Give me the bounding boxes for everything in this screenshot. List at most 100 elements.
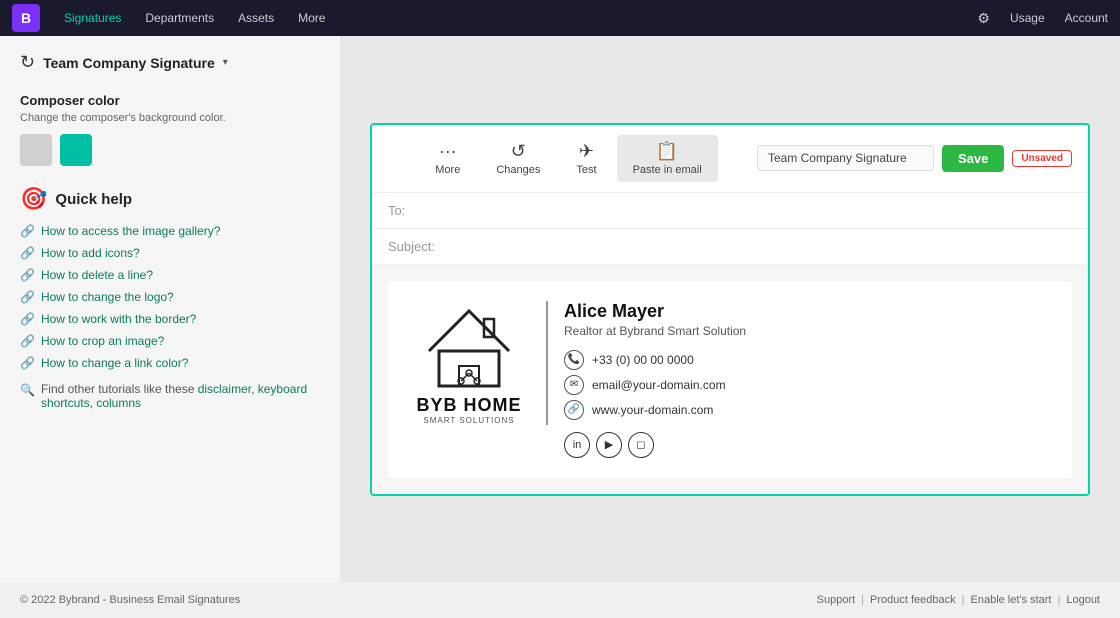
color-swatch-gray[interactable] xyxy=(20,134,52,166)
help-link-text: How to crop an image? xyxy=(41,334,164,348)
toolbar-actions: ··· More ↺ Changes ✈ Test 📋 Paste in ema… xyxy=(388,135,749,182)
company-name: BYB HOME xyxy=(416,395,521,416)
settings-icon[interactable]: ⚙ xyxy=(977,10,990,27)
changes-label: Changes xyxy=(496,164,540,176)
search-icon: 🔍 xyxy=(20,383,35,397)
composer-color-label: Composer color xyxy=(20,93,320,108)
email-icon: ✉ xyxy=(564,375,584,395)
link-icon: 🔗 xyxy=(20,356,35,370)
sidebar: ↻ Team Company Signature ▾ Composer colo… xyxy=(0,36,340,582)
phone-number: +33 (0) 00 00 0000 xyxy=(592,353,694,367)
person-title: Realtor at Bybrand Smart Solution xyxy=(564,324,1052,338)
linkedin-icon[interactable]: in xyxy=(564,432,590,458)
main-layout: ↻ Team Company Signature ▾ Composer colo… xyxy=(0,36,1120,582)
help-link-text: How to add icons? xyxy=(41,246,140,260)
nav-account[interactable]: Account xyxy=(1065,11,1108,25)
phone-item: 📞 +33 (0) 00 00 0000 xyxy=(564,350,1052,370)
nav-usage[interactable]: Usage xyxy=(1010,11,1045,25)
enable-lets-start-link[interactable]: Enable let's start xyxy=(971,594,1052,606)
help-link-crop[interactable]: 🔗 How to crop an image? xyxy=(20,334,320,348)
changes-icon: ↺ xyxy=(511,141,526,162)
find-more-text: Find other tutorials like these disclaim… xyxy=(41,382,320,410)
signature-selector[interactable]: ↻ Team Company Signature ▾ xyxy=(20,52,320,73)
help-icon: 🎯 xyxy=(20,186,47,212)
person-name: Alice Mayer xyxy=(564,301,1052,322)
color-swatches xyxy=(20,134,320,166)
changes-button[interactable]: ↺ Changes xyxy=(480,135,556,182)
help-link-logo[interactable]: 🔗 How to change the logo? xyxy=(20,290,320,304)
unsaved-badge: Unsaved xyxy=(1012,150,1072,167)
composer-toolbar: ··· More ↺ Changes ✈ Test 📋 Paste in ema… xyxy=(372,125,1088,193)
footer-links: Support | Product feedback | Enable let'… xyxy=(817,594,1100,606)
link-icon: 🔗 xyxy=(20,224,35,238)
test-icon: ✈ xyxy=(579,141,594,162)
link-icon: 🔗 xyxy=(20,312,35,326)
link-icon: 🔗 xyxy=(20,334,35,348)
support-link[interactable]: Support xyxy=(817,594,856,606)
help-link-gallery[interactable]: 🔗 How to access the image gallery? xyxy=(20,224,320,238)
to-field[interactable]: To: xyxy=(372,193,1088,229)
contact-list: 📞 +33 (0) 00 00 0000 ✉ email@your-domain… xyxy=(564,350,1052,420)
help-link-color[interactable]: 🔗 How to change a link color? xyxy=(20,356,320,370)
help-link-text: How to access the image gallery? xyxy=(41,224,220,238)
youtube-icon[interactable]: ▶ xyxy=(596,432,622,458)
social-icons: in ▶ ◻ xyxy=(564,432,1052,458)
sync-icon: ↻ xyxy=(20,52,35,73)
dropdown-arrow[interactable]: ▾ xyxy=(223,57,228,68)
email-address: email@your-domain.com xyxy=(592,378,726,392)
help-links: 🔗 How to access the image gallery? 🔗 How… xyxy=(20,224,320,410)
paste-in-email-button[interactable]: 📋 Paste in email xyxy=(617,135,718,182)
help-link-text: How to change the logo? xyxy=(41,290,174,304)
instagram-icon[interactable]: ◻ xyxy=(628,432,654,458)
brand-logo[interactable]: B xyxy=(12,4,40,32)
help-link-icons[interactable]: 🔗 How to add icons? xyxy=(20,246,320,260)
more-button[interactable]: ··· More xyxy=(419,135,476,182)
nav-departments[interactable]: Departments xyxy=(145,11,214,25)
columns-link[interactable]: columns xyxy=(96,396,141,410)
nav-signatures[interactable]: Signatures xyxy=(64,11,121,25)
website-item: 🔗 www.your-domain.com xyxy=(564,400,1052,420)
nav-right-area: ⚙ Usage Account xyxy=(977,10,1108,27)
link-icon: 🔗 xyxy=(20,268,35,282)
phone-icon: 📞 xyxy=(564,350,584,370)
find-more: 🔍 Find other tutorials like these discla… xyxy=(20,382,320,410)
link-icon: 🔗 xyxy=(20,290,35,304)
quick-help-header: 🎯 Quick help xyxy=(20,186,320,212)
more-label: More xyxy=(435,164,460,176)
signature-logo-area: BYB HOME SMART SOLUTIONS xyxy=(408,301,548,425)
logout-link[interactable]: Logout xyxy=(1066,594,1100,606)
paste-label: Paste in email xyxy=(633,164,702,176)
composer-color-desc: Change the composer's background color. xyxy=(20,112,320,124)
top-navigation: B Signatures Departments Assets More ⚙ U… xyxy=(0,0,1120,36)
disclaimer-link[interactable]: disclaimer xyxy=(198,382,251,396)
save-button[interactable]: Save xyxy=(942,145,1004,172)
email-composer: ··· More ↺ Changes ✈ Test 📋 Paste in ema… xyxy=(370,123,1090,496)
website-url: www.your-domain.com xyxy=(592,403,713,417)
composer-color-section: Composer color Change the composer's bac… xyxy=(20,93,320,166)
test-label: Test xyxy=(576,164,596,176)
email-item: ✉ email@your-domain.com xyxy=(564,375,1052,395)
divider: | xyxy=(1057,594,1060,606)
help-link-text: How to change a link color? xyxy=(41,356,188,370)
help-link-text: How to delete a line? xyxy=(41,268,153,282)
help-link-border[interactable]: 🔗 How to work with the border? xyxy=(20,312,320,326)
company-subtitle: SMART SOLUTIONS xyxy=(423,416,514,425)
nav-assets[interactable]: Assets xyxy=(238,11,274,25)
test-button[interactable]: ✈ Test xyxy=(560,135,612,182)
divider: | xyxy=(962,594,965,606)
subject-field[interactable]: Subject: xyxy=(372,229,1088,265)
copyright-text: © 2022 Bybrand - Business Email Signatur… xyxy=(20,594,240,606)
divider: | xyxy=(861,594,864,606)
product-feedback-link[interactable]: Product feedback xyxy=(870,594,956,606)
signature-card: BYB HOME SMART SOLUTIONS Alice Mayer Rea… xyxy=(388,281,1072,478)
quick-help-section: 🎯 Quick help 🔗 How to access the image g… xyxy=(20,186,320,410)
help-link-delete[interactable]: 🔗 How to delete a line? xyxy=(20,268,320,282)
nav-more[interactable]: More xyxy=(298,11,325,25)
signature-name-input[interactable] xyxy=(757,145,934,171)
signature-details: Alice Mayer Realtor at Bybrand Smart Sol… xyxy=(564,301,1052,458)
color-swatch-teal[interactable] xyxy=(60,134,92,166)
website-icon: 🔗 xyxy=(564,400,584,420)
paste-icon: 📋 xyxy=(656,141,678,162)
toolbar-right: Save Unsaved xyxy=(757,145,1072,172)
content-area: ··· More ↺ Changes ✈ Test 📋 Paste in ema… xyxy=(340,36,1120,582)
